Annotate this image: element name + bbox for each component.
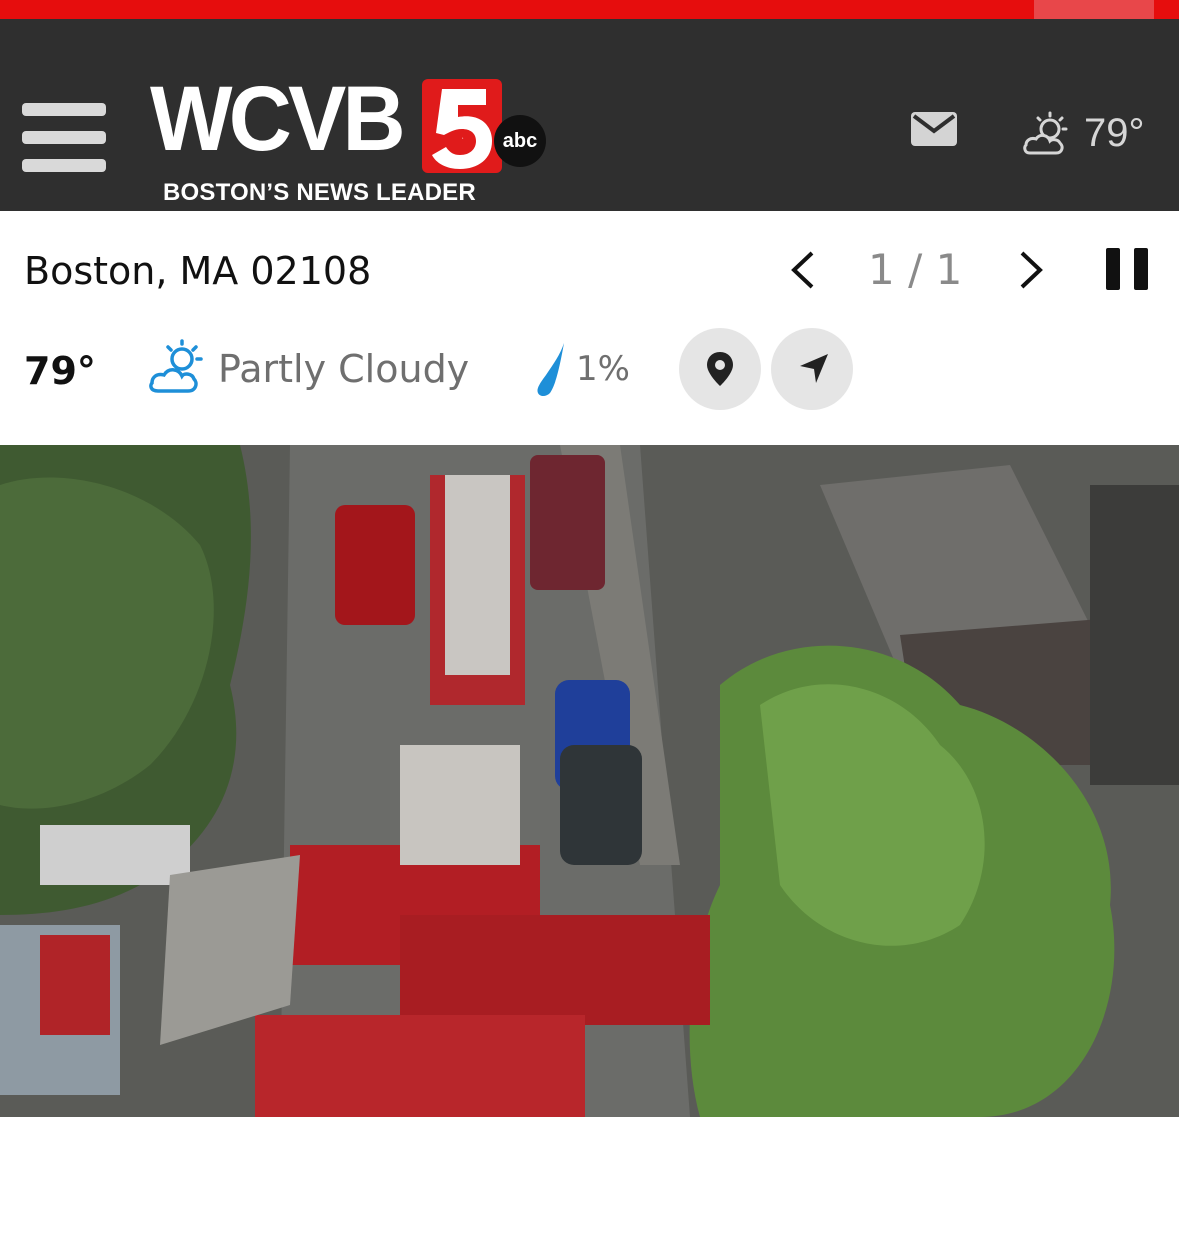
network-badge: abc xyxy=(494,115,546,167)
mail-icon[interactable] xyxy=(911,112,957,146)
precipitation-chance: 1% xyxy=(576,349,630,389)
brand-tagline: BOSTON’S NEWS LEADER xyxy=(163,179,476,206)
pause-bar xyxy=(1106,248,1120,290)
site-header: WCVB 5 abc BOSTON’S NEWS LEADER 79° xyxy=(0,19,1179,211)
location-name[interactable]: Boston, MA 02108 xyxy=(24,249,371,293)
chevron-right-icon[interactable] xyxy=(1018,249,1046,291)
aerial-news-photo[interactable] xyxy=(0,445,1179,1117)
menu-button[interactable] xyxy=(22,103,106,173)
raindrop-icon xyxy=(537,343,564,396)
location-bar: Boston, MA 02108 1 / 1 xyxy=(0,211,1179,321)
condition-text: Partly Cloudy xyxy=(218,347,470,391)
brand-wordmark: WCVB xyxy=(150,68,406,170)
aerial-photo-illustration xyxy=(0,445,1179,1117)
chevron-left-icon[interactable] xyxy=(788,249,816,291)
channel-five-logo: 5 xyxy=(422,79,502,173)
partly-cloudy-icon xyxy=(149,339,203,393)
navigation-arrow-icon xyxy=(800,354,828,383)
current-temperature: 79° xyxy=(24,349,96,393)
top-accent-segment xyxy=(1034,0,1154,19)
menu-line xyxy=(22,131,106,144)
pause-bar xyxy=(1134,248,1148,290)
brand-logo[interactable]: WCVB 5 abc BOSTON’S NEWS LEADER xyxy=(150,59,550,209)
top-accent-bar xyxy=(0,0,1179,19)
menu-line xyxy=(22,103,106,116)
location-counter: 1 / 1 xyxy=(868,245,963,294)
current-location-button[interactable] xyxy=(771,328,853,410)
location-pin-icon xyxy=(707,352,733,386)
header-temperature: 79° xyxy=(1084,111,1145,155)
location-pin-button[interactable] xyxy=(679,328,761,410)
current-conditions: 79° Partly Cloudy 1% xyxy=(0,321,1179,441)
partly-cloudy-icon xyxy=(1023,111,1068,155)
pause-button[interactable] xyxy=(1106,248,1148,290)
menu-line xyxy=(22,159,106,172)
